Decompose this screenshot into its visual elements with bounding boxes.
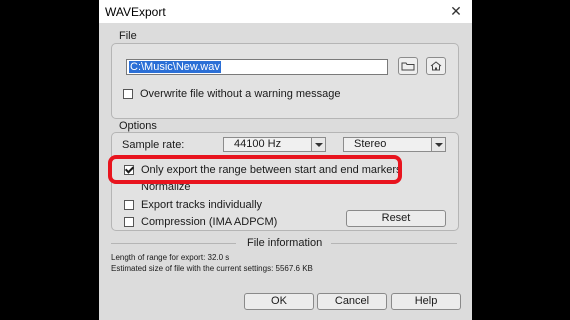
help-button[interactable]: Help [391,293,461,310]
compression-option[interactable]: Compression (IMA ADPCM) [124,216,277,228]
overwrite-checkbox[interactable] [123,89,133,99]
browse-folder-button[interactable] [398,57,418,75]
home-icon [430,61,442,71]
chevron-down-icon [431,138,445,151]
chevron-down-icon [311,138,325,151]
size-info: Estimated size of file with the current … [111,264,313,273]
overwrite-label: Overwrite file without a warning message [140,88,341,100]
sample-rate-label: Sample rate: [122,139,185,151]
file-path-input[interactable]: C:\Music\New.wav [126,59,388,75]
channels-value: Stereo [354,138,387,150]
folder-icon [401,62,415,71]
window-title: WAVExport [105,5,166,19]
overwrite-option[interactable]: Overwrite file without a warning message [123,88,341,100]
cancel-button[interactable]: Cancel [317,293,387,310]
file-path-value: C:\Music\New.wav [129,61,221,73]
normalize-option[interactable]: Normalize [124,180,191,191]
file-info-heading: File information [247,237,323,249]
channels-select[interactable]: Stereo [343,137,446,152]
reset-button[interactable]: Reset [346,210,446,227]
sample-rate-value: 44100 Hz [234,138,282,150]
wav-export-dialog: WAVExport ✕ File C:\Music\New.wav Overwr… [99,0,472,320]
close-button[interactable]: ✕ [446,2,466,20]
export-range-label: Only export the range between start and … [141,164,402,176]
info-divider-left [111,243,236,244]
export-range-checkbox[interactable] [124,165,134,175]
export-range-option[interactable]: Only export the range between start and … [124,164,401,176]
options-section-label: Options [119,120,157,132]
export-tracks-checkbox[interactable] [124,200,134,210]
export-tracks-label: Export tracks individually [141,199,263,211]
compression-checkbox[interactable] [124,217,134,227]
compression-label: Compression (IMA ADPCM) [141,216,278,228]
file-groupbox [111,43,459,119]
sample-rate-select[interactable]: 44100 Hz [223,137,326,152]
info-divider-right [331,243,457,244]
length-info: Length of range for export: 32.0 s [111,253,230,262]
title-bar[interactable]: WAVExport ✕ [99,0,472,23]
home-folder-button[interactable] [426,57,446,75]
normalize-label: Normalize [141,181,191,191]
file-section-label: File [119,30,137,42]
ok-button[interactable]: OK [244,293,314,310]
export-tracks-option[interactable]: Export tracks individually [124,199,262,211]
close-icon: ✕ [450,3,462,19]
